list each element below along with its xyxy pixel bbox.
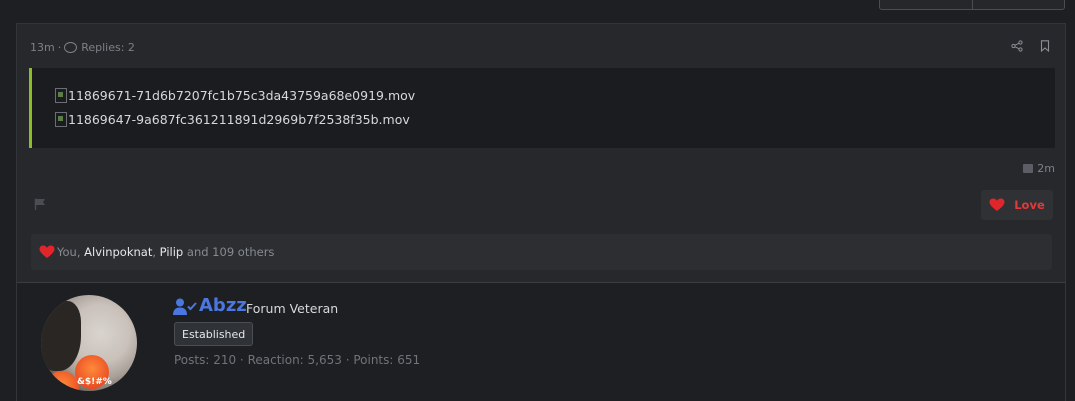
flag-icon[interactable] — [34, 198, 46, 210]
user-check-icon — [173, 298, 197, 315]
media-filename: 11869671-71d6b7207fc1b75c3da43759a68e091… — [68, 88, 416, 103]
reactions-separator: , — [152, 245, 156, 259]
top-button-right[interactable] — [972, 0, 1065, 10]
speech-bubble-icon — [64, 42, 78, 53]
edit-icon — [1023, 164, 1034, 173]
top-button-group — [879, 0, 1065, 10]
heart-icon — [39, 245, 55, 258]
post-time[interactable]: 13m — [30, 41, 55, 54]
author-stats: Posts: 210 · Reaction: 5,653 · Points: 6… — [174, 353, 421, 367]
heart-icon — [989, 198, 1005, 211]
post-card: 13m · Replies: 2 11869671-71d6b7207fc1b7… — [16, 23, 1066, 283]
media-attachment[interactable]: 11869647-9a687fc361211891d2969b7f2538f35… — [55, 112, 410, 127]
broken-image-icon — [55, 88, 67, 103]
avatar[interactable]: &$!#% — [41, 295, 137, 391]
last-edited: 2m — [1023, 162, 1055, 175]
reactions-prefix: You, — [57, 245, 81, 259]
author-username[interactable]: Abzz — [199, 295, 247, 316]
author-title: Forum Veteran — [246, 301, 339, 316]
love-button-label: Love — [1014, 198, 1045, 212]
post-meta: 13m · Replies: 2 — [30, 41, 135, 54]
user-banner-badge: Established — [174, 322, 254, 346]
broken-image-icon — [55, 112, 67, 127]
avatar-caption: &$!#% — [77, 377, 112, 387]
reaction-user-link[interactable]: Alvinpoknat — [84, 245, 152, 259]
media-filename: 11869647-9a687fc361211891d2969b7f2538f35… — [68, 112, 410, 127]
top-button-left[interactable] — [879, 0, 973, 10]
avatar-hair — [41, 301, 81, 371]
share-icon[interactable] — [1011, 40, 1023, 52]
meta-separator: · — [57, 41, 62, 54]
love-reaction-button[interactable]: Love — [981, 190, 1053, 220]
reactions-suffix[interactable]: and 109 others — [187, 245, 275, 259]
reactions-bar[interactable]: You, Alvinpoknat, Pilip and 109 others — [31, 234, 1052, 270]
edited-time: 2m — [1037, 162, 1055, 175]
replies-count[interactable]: Replies: 2 — [81, 41, 135, 54]
bookmark-icon[interactable] — [1040, 40, 1050, 52]
author-profile: &$!#% Abzz Forum Veteran Established Pos… — [16, 282, 1066, 401]
reaction-user-link[interactable]: Pilip — [160, 245, 184, 259]
angry-face-icon — [45, 371, 79, 391]
media-attachment[interactable]: 11869671-71d6b7207fc1b75c3da43759a68e091… — [55, 88, 415, 103]
media-quote-block: 11869671-71d6b7207fc1b75c3da43759a68e091… — [29, 68, 1055, 148]
